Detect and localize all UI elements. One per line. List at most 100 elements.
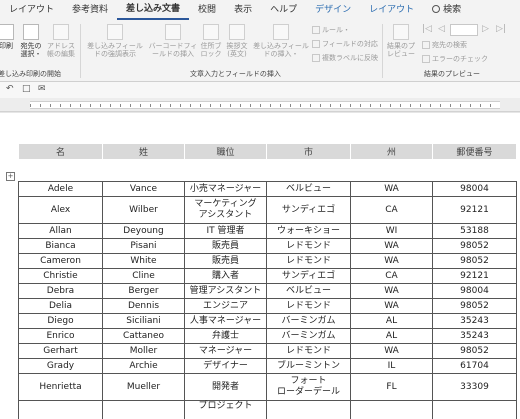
table-cell[interactable]: Wilber [102,196,185,224]
table-cell[interactable]: AL [350,328,433,344]
table-cell[interactable]: マーケティング アシスタント [184,196,267,224]
table-cell[interactable]: バーミンガム [266,328,351,344]
table-cell[interactable]: フォート ローダーデール [266,373,351,401]
table-cell[interactable]: CA [350,268,433,284]
table-cell[interactable]: 35243 [432,328,517,344]
table-cell[interactable]: 98052 [432,238,517,254]
table-cell[interactable]: Berger [102,283,185,299]
table-cell[interactable]: 小売マネージャー [184,181,267,197]
table-cell[interactable]: Gerhart [18,343,103,359]
table-cell[interactable]: Mueller [102,373,185,401]
table-cell[interactable]: Cameron [18,253,103,269]
table-cell[interactable]: IT 管理者 [184,223,267,239]
table-cell[interactable]: デザイナー [184,358,267,374]
document-page[interactable]: 名姓職位市州郵便番号 + Adele Vance 小売マネージャー ベルビュー WA 98… [0,113,520,419]
table-cell[interactable] [102,400,185,419]
insert-barcode-field-button[interactable]: バーコードフィールドの挿入 [148,24,198,58]
table-cell[interactable]: 98004 [432,181,517,197]
table-cell[interactable]: 33309 [432,373,517,401]
table-cell[interactable]: 98052 [432,298,517,314]
table-cell[interactable]: サンディエゴ [266,196,351,224]
table-cell[interactable]: ウォーキショー [266,223,351,239]
undo-icon[interactable]: ↶ [6,84,14,94]
rules-button[interactable]: ルール・ [312,25,350,35]
table-cell[interactable]: White [102,253,185,269]
table-cell[interactable]: レドモンド [266,343,351,359]
table-cell[interactable]: 98052 [432,253,517,269]
table-cell[interactable]: Cattaneo [102,328,185,344]
table-cell[interactable]: Bianca [18,238,103,254]
table-cell[interactable]: 開発者 [184,373,267,401]
table-cell[interactable]: サンディエゴ [266,268,351,284]
table-cell[interactable]: FL [350,373,433,401]
table-cell[interactable]: WA [350,283,433,299]
table-cell[interactable]: Vance [102,181,185,197]
table-cell[interactable]: Grady [18,358,103,374]
table-cell[interactable]: Allan [18,223,103,239]
ruler-track[interactable] [30,101,500,109]
record-number-input[interactable] [450,24,478,36]
select-recipients-button[interactable]: 宛先の選択・ [18,24,44,58]
table-cell[interactable]: 92121 [432,268,517,284]
highlight-merge-fields-button[interactable]: 差し込みフィールドの強調表示 [86,24,144,58]
table-cell[interactable]: WI [350,223,433,239]
table-cell[interactable] [432,400,517,419]
tab-2[interactable]: 差し込み文書 [117,0,190,20]
table-cell[interactable]: Archie [102,358,185,374]
check-errors-button[interactable]: エラーのチェック [422,54,488,64]
table-cell[interactable]: 98004 [432,283,517,299]
table-cell[interactable]: レドモンド [266,238,351,254]
table-cell[interactable]: Siciliani [102,313,185,329]
table-cell[interactable]: レドモンド [266,253,351,269]
table-cell[interactable] [350,400,433,419]
edit-recipient-list-button[interactable]: アドレス帳の編集 [46,24,76,58]
table-cell[interactable]: レドモンド [266,298,351,314]
last-record-icon[interactable]: ▷| [496,24,506,34]
previous-record-icon[interactable]: ◁ [438,24,445,34]
table-cell[interactable]: 92121 [432,196,517,224]
table-cell[interactable]: 販売員 [184,238,267,254]
tab-6[interactable]: デザイン [306,0,360,20]
table-cell[interactable]: Henrietta [18,373,103,401]
tab-1[interactable]: 参考資料 [63,0,117,20]
preview-results-button[interactable]: 結果のプレビュー [386,24,416,58]
table-cell[interactable]: エンジニア [184,298,267,314]
table-cell[interactable] [266,400,351,419]
tab-8[interactable]: 検索 [423,0,470,20]
table-cell[interactable] [18,400,103,419]
start-mail-merge-button[interactable]: 印刷 [0,24,16,50]
table-cell[interactable]: 53188 [432,223,517,239]
next-record-icon[interactable]: ▷ [482,24,489,34]
table-cell[interactable]: ベルビュー [266,283,351,299]
table-cell[interactable]: Debra [18,283,103,299]
table-cell[interactable]: Enrico [18,328,103,344]
first-record-icon[interactable]: |◁ [422,24,432,34]
table-cell[interactable]: Deyoung [102,223,185,239]
find-recipient-button[interactable]: 宛先の検索 [422,40,467,50]
table-cell[interactable]: AL [350,313,433,329]
table-cell[interactable]: 購入者 [184,268,267,284]
table-cell[interactable]: WA [350,343,433,359]
table-cell[interactable]: Adele [18,181,103,197]
tab-4[interactable]: 表示 [225,0,261,20]
table-cell[interactable]: WA [350,298,433,314]
table-cell[interactable]: IL [350,358,433,374]
table-cell[interactable]: バーミンガム [266,313,351,329]
table-cell[interactable]: ベルビュー [266,181,351,197]
table-cell[interactable]: Delia [18,298,103,314]
table-cell[interactable]: Diego [18,313,103,329]
table-cell[interactable]: 人事マネージャー [184,313,267,329]
tab-0[interactable]: レイアウト [0,0,63,20]
address-block-button[interactable]: 住所ブロック [200,24,222,58]
tab-7[interactable]: レイアウト [360,0,423,20]
table-cell[interactable]: プロジェクト [184,400,267,419]
table-cell[interactable]: Pisani [102,238,185,254]
table-cell[interactable]: Dennis [102,298,185,314]
table-cell[interactable]: 管理アシスタント [184,283,267,299]
table-cell[interactable]: 35243 [432,313,517,329]
table-cell[interactable]: マネージャー [184,343,267,359]
update-labels-button[interactable]: 複数ラベルに反映 [312,53,378,63]
table-cell[interactable]: Cline [102,268,185,284]
match-fields-button[interactable]: フィールドの対応 [312,39,378,49]
table-cell[interactable]: 販売員 [184,253,267,269]
